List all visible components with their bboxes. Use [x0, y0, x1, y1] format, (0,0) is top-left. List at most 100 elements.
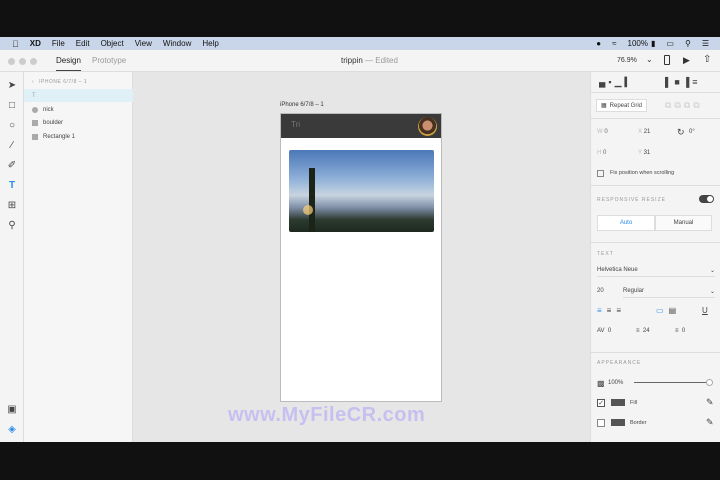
align-buttons[interactable]: ≡≡≡: [597, 306, 626, 315]
fill-checkbox[interactable]: ✓: [597, 399, 605, 407]
tools-panel: ➤ □ ○ ∕ ✐ T ⊞ ⚲ ▣ ◈: [0, 72, 24, 442]
opacity-slider-thumb[interactable]: [706, 379, 713, 386]
select-tool-icon[interactable]: ➤: [6, 80, 18, 92]
header-text-input[interactable]: Tri: [291, 120, 300, 129]
opacity-icon: ▩: [597, 379, 605, 388]
eyedropper-icon[interactable]: ✎: [706, 397, 714, 408]
wifi-icon[interactable]: ≈: [612, 39, 616, 48]
text-box-buttons[interactable]: ▭▤: [656, 306, 681, 315]
font-weight-select[interactable]: Regular ⌄: [623, 288, 715, 298]
rectangle-icon: [32, 133, 38, 140]
creative-cloud-icon[interactable]: ●: [596, 39, 601, 48]
layers-icon[interactable]: ◈: [6, 424, 18, 436]
close-window-button[interactable]: [8, 58, 15, 65]
inspector-panel: ▄▪▁▍ ▌■▐≡ ▦ Repeat Grid ⧉⧉⧉⧉ W 0 X 21 ↻ 0…: [590, 72, 720, 442]
font-size-field[interactable]: 20: [597, 288, 604, 294]
ellipse-tool-icon[interactable]: ○: [6, 120, 18, 132]
zoom-level[interactable]: 76.9%: [617, 57, 637, 64]
border-checkbox[interactable]: [597, 419, 605, 427]
layer-item-nick[interactable]: nick: [24, 103, 133, 116]
artboard-tool-icon[interactable]: ⊞: [6, 200, 18, 212]
pen-tool-icon[interactable]: ✐: [6, 160, 18, 172]
y-field[interactable]: Y 31: [638, 150, 650, 156]
maximize-window-button[interactable]: [30, 58, 37, 65]
menu-xd[interactable]: XD: [30, 39, 41, 48]
align-right-icon[interactable]: ≡: [616, 306, 626, 315]
search-icon[interactable]: ⚲: [685, 39, 691, 48]
char-spacing-field[interactable]: AV 0: [597, 328, 611, 334]
font-family-select[interactable]: Helvetica Neue ⌄: [597, 267, 715, 277]
artboard[interactable]: Tri: [280, 113, 442, 402]
device-preview-icon[interactable]: [664, 55, 670, 65]
battery-icon[interactable]: ▮: [651, 39, 655, 48]
canvas[interactable]: iPhone 6/7/8 – 1 Tri www.MyFileCR.com: [133, 72, 590, 442]
menu-window[interactable]: Window: [163, 39, 191, 48]
border-color-swatch[interactable]: [611, 419, 625, 426]
repeat-grid-button[interactable]: ▦ Repeat Grid: [596, 99, 648, 112]
align-left-icon[interactable]: ≡: [597, 306, 607, 315]
line-spacing-icon: ≡: [636, 328, 640, 334]
layer-item-text[interactable]: T: [24, 89, 133, 102]
height-field[interactable]: H 0: [597, 150, 606, 156]
zoom-tool-icon[interactable]: ⚲: [6, 220, 18, 232]
fixed-size-icon[interactable]: ▤: [669, 306, 682, 315]
menu-help[interactable]: Help: [202, 39, 218, 48]
list-icon[interactable]: ☰: [702, 39, 709, 48]
boolean-ops-icons[interactable]: ⧉⧉⧉⧉: [665, 100, 703, 111]
menu-object[interactable]: Object: [101, 39, 124, 48]
line-spacing-field[interactable]: ≡ 24: [636, 328, 650, 334]
opacity-slider[interactable]: [634, 379, 713, 386]
watermark: www.MyFileCR.com: [228, 404, 426, 426]
manual-button[interactable]: Manual: [655, 215, 712, 231]
eyedropper-icon[interactable]: ✎: [706, 417, 714, 428]
paragraph-spacing-field[interactable]: ≡ 0: [675, 328, 685, 334]
tab-design[interactable]: Design: [56, 56, 81, 71]
responsive-resize-toggle[interactable]: [699, 195, 714, 203]
font-weight-value: Regular: [623, 288, 645, 294]
menu-edit[interactable]: Edit: [76, 39, 90, 48]
fill-color-swatch[interactable]: [611, 399, 625, 406]
layer-item-rectangle[interactable]: Rectangle 1: [24, 130, 133, 143]
rotation-field[interactable]: 0°: [689, 129, 695, 135]
doc-status: — Edited: [365, 56, 398, 65]
width-field[interactable]: W 0: [597, 129, 608, 135]
assets-icon[interactable]: ▣: [6, 404, 18, 416]
tree-shape: [297, 168, 327, 232]
menu-file[interactable]: File: [52, 39, 65, 48]
opacity-field[interactable]: 100%: [608, 380, 623, 386]
auto-button[interactable]: Auto: [597, 215, 655, 231]
fix-position-label: Fix position when scrolling: [610, 170, 675, 176]
layers-breadcrumb[interactable]: ‹ IPHONE 6/7/8 – 1: [24, 75, 133, 88]
text-tool-icon[interactable]: T: [6, 180, 18, 192]
align-center-icon[interactable]: ≡: [607, 306, 617, 315]
chevron-left-icon[interactable]: ‹: [32, 79, 34, 85]
line-tool-icon[interactable]: ∕: [6, 140, 18, 152]
doc-name: trippin: [341, 56, 363, 65]
app-toolbar: Design Prototype trippin — Edited 76.9% …: [0, 50, 720, 72]
x-field[interactable]: X 21: [638, 129, 650, 135]
menu-bar:  XD File Edit Object View Window Help ●…: [0, 37, 720, 50]
header-rectangle[interactable]: Tri: [281, 114, 441, 138]
fill-label: Fill: [630, 400, 638, 406]
chevron-down-icon[interactable]: ⌄: [646, 55, 653, 64]
share-icon[interactable]: ⇧: [703, 54, 711, 65]
artboard-label[interactable]: iPhone 6/7/8 – 1: [280, 102, 324, 108]
minimize-window-button[interactable]: [19, 58, 26, 65]
fix-position-checkbox[interactable]: [597, 170, 604, 177]
horizontal-align-icons[interactable]: ▌■▐≡: [665, 77, 700, 87]
vertical-align-icons[interactable]: ▄▪▁▍: [599, 77, 634, 88]
auto-width-icon[interactable]: ▭: [656, 306, 669, 315]
tab-prototype[interactable]: Prototype: [92, 56, 126, 65]
play-icon[interactable]: ▶: [683, 55, 690, 66]
apple-icon[interactable]: : [12, 39, 19, 49]
airplay-icon[interactable]: ▭: [666, 39, 674, 48]
underline-icon[interactable]: U: [702, 306, 708, 315]
font-family-value: Helvetica Neue: [597, 267, 638, 273]
layer-label: boulder: [43, 119, 64, 126]
rectangle-tool-icon[interactable]: □: [6, 100, 18, 112]
avatar-nick[interactable]: [418, 117, 437, 136]
menu-view[interactable]: View: [135, 39, 152, 48]
boulder-image[interactable]: [289, 150, 434, 232]
chevron-down-icon: ⌄: [709, 289, 715, 295]
layer-item-boulder[interactable]: boulder: [24, 116, 133, 129]
